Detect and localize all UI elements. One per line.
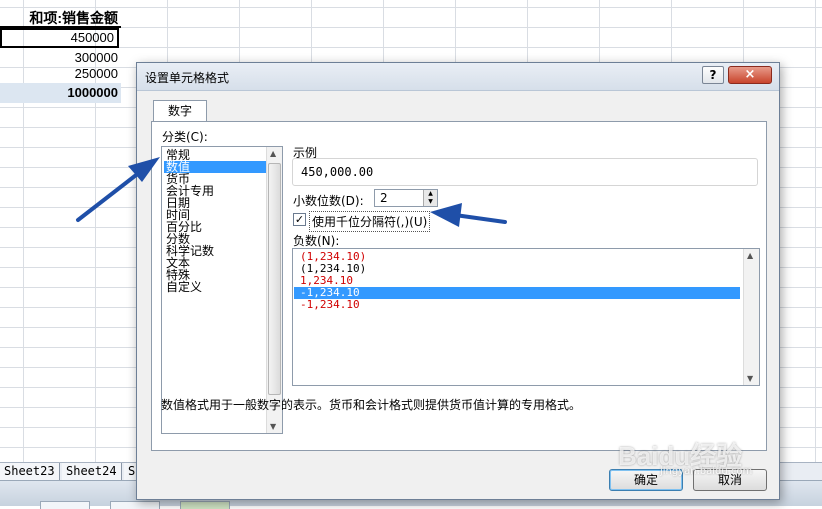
negative-numbers-label: 负数(N): xyxy=(293,234,340,248)
scroll-down-icon[interactable]: ▼ xyxy=(747,374,753,383)
sample-box: 450,000.00 xyxy=(292,158,758,186)
negative-list-scrollbar[interactable]: ▲ ▼ xyxy=(743,249,759,385)
scroll-thumb[interactable] xyxy=(268,163,281,395)
sheet-tab[interactable]: Sheet24 xyxy=(62,463,122,480)
negative-option[interactable]: (1,234.10) xyxy=(294,263,740,275)
negative-option[interactable]: -1,234.10 xyxy=(294,299,740,311)
dialog-title: 设置单元格格式 xyxy=(145,71,230,85)
thousands-separator-checkbox[interactable]: ✓ xyxy=(293,213,306,226)
sample-value: 450,000.00 xyxy=(301,165,374,179)
watermark-url: jingyan.baidu.com xyxy=(660,466,753,477)
category-list[interactable]: 常规 数值 货币 会计专用 日期 时间 百分比 分数 科学记数 文本 特殊 自定… xyxy=(161,146,283,434)
taskbar-item[interactable] xyxy=(110,501,160,509)
thousands-separator-label[interactable]: 使用千位分隔符(,)(U) xyxy=(309,211,431,232)
negative-option-selected[interactable]: -1,234.10 xyxy=(294,287,740,299)
format-cells-dialog: 设置单元格格式 ? × 数字 分类(C): 常规 数值 货币 会计专用 日期 时… xyxy=(136,62,780,500)
scroll-up-icon[interactable]: ▲ xyxy=(270,149,276,158)
active-cell[interactable]: 450000 xyxy=(0,28,119,48)
value-cell[interactable]: 250000 xyxy=(0,64,121,84)
spin-up-icon[interactable]: ▲ xyxy=(423,190,437,198)
tab-panel: 分类(C): 常规 数值 货币 会计专用 日期 时间 百分比 分数 科学记数 文… xyxy=(151,121,767,451)
negative-numbers-list[interactable]: (1,234.10) (1,234.10) 1,234.10 -1,234.10… xyxy=(292,248,760,386)
taskbar-item[interactable] xyxy=(40,501,90,509)
category-scrollbar[interactable]: ▲ ▼ xyxy=(266,147,282,433)
category-label: 分类(C): xyxy=(162,130,208,144)
decimal-places-spinner[interactable]: 2 ▲ ▼ xyxy=(374,189,438,207)
scroll-down-icon[interactable]: ▼ xyxy=(270,422,276,431)
taskbar-item[interactable] xyxy=(180,501,230,509)
decimal-places-label: 小数位数(D): xyxy=(293,194,364,208)
dialog-titlebar[interactable]: 设置单元格格式 ? × xyxy=(137,63,779,91)
category-item[interactable]: 自定义 xyxy=(164,281,267,293)
spin-down-icon[interactable]: ▼ xyxy=(423,198,437,206)
scroll-up-icon[interactable]: ▲ xyxy=(747,251,753,260)
format-description: 数值格式用于一般数字的表示。货币和会计格式则提供货币值计算的专用格式。 xyxy=(161,398,582,412)
sheet-tab[interactable]: Sheet23 xyxy=(0,463,60,480)
total-cell[interactable]: 1000000 xyxy=(0,83,121,103)
negative-option[interactable]: 1,234.10 xyxy=(294,275,740,287)
tab-number[interactable]: 数字 xyxy=(153,100,207,122)
pivot-header-cell[interactable]: 和项:销售金额 xyxy=(0,8,121,28)
help-button[interactable]: ? xyxy=(702,66,724,84)
decimal-places-value[interactable]: 2 xyxy=(380,191,388,205)
close-button[interactable]: × xyxy=(728,66,772,84)
